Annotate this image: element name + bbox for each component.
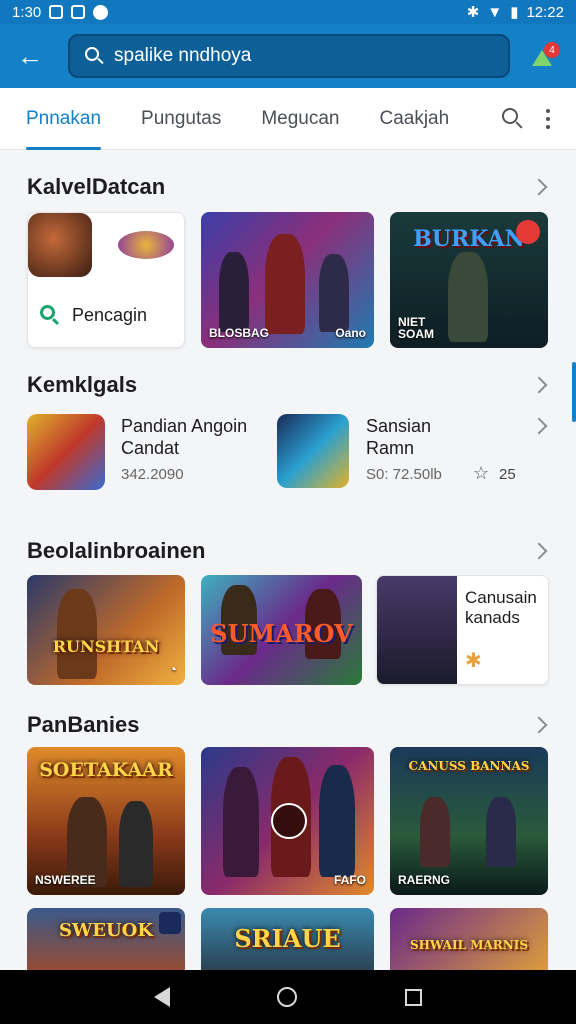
card-label: Pencagin [72,305,148,325]
badge-icon [159,912,181,934]
chevron-right-icon[interactable] [530,376,548,394]
app-icon [27,414,105,490]
game-card[interactable]: BURKAN NIET SOAM [390,212,548,348]
battery-icon: ▮ [510,4,519,21]
game-card[interactable]: Canusain kanads ✱ [376,575,549,685]
list-item[interactable]: Sansian Ramn S0: 72.50lb ☆ 25 [277,412,549,492]
app-bar: ← spalike nndhoya 4 [0,24,576,88]
card-text: kanads [465,608,520,627]
bluetooth-icon: ✱ [466,4,480,21]
featured-card[interactable]: Pencagin [27,212,185,348]
wifi-icon: ▼ [487,3,503,21]
game-card[interactable]: BLOSBAG Oano [201,212,374,348]
search-input[interactable]: spalike nndhoya [114,45,251,67]
game-card[interactable]: SRIAUE [201,908,374,970]
game-card[interactable]: SWEUOK [27,908,185,970]
app-name: Sansian [366,416,432,436]
system-nav-bar [0,970,576,1024]
art-title: SOETAKAAR [39,759,173,781]
section-title: Kemklgals [27,372,138,397]
notifications-button[interactable]: 4 [528,40,560,72]
game-logo [118,231,174,259]
search-icon[interactable] [502,107,524,130]
play-icon[interactable] [271,803,307,839]
section-title: Beolalinbroainen [27,538,206,563]
nav-back-icon[interactable] [153,987,170,1007]
tab-pnnakan[interactable]: Pnnakan [26,88,102,150]
chevron-right-icon[interactable] [530,417,548,435]
tab-caakjah[interactable]: Caakjah [379,88,449,150]
nav-home-icon[interactable] [277,987,298,1007]
status-bar: 1:30 ✱ ▼ ▮ 12:22 [0,0,576,24]
status-time: 1:30 [12,3,42,21]
app-icon [277,414,349,488]
app-name: Pandian Angoin [121,416,248,436]
search-box[interactable]: spalike nndhoya [68,34,510,78]
search-icon [40,305,60,326]
app-name: Candat [121,438,180,458]
tab-megucan[interactable]: Megucan [261,88,339,150]
game-card[interactable]: FAFO [201,747,374,895]
app-notification-icon [71,5,86,19]
search-icon [84,46,104,66]
card-caption: Oano [335,326,366,340]
chevron-right-icon[interactable] [530,542,548,560]
chevron-right-icon[interactable] [530,178,548,196]
app-meta: S0: 72.50lb [366,466,442,483]
chevron-right-icon[interactable] [530,716,548,734]
section-header: Beolalinbroainen [27,538,549,564]
section-header: Kemklgals [27,372,549,398]
art-title: SHWAIL MARNIS [409,938,529,952]
game-card[interactable]: CANUSS BANNAS RAERNG [390,747,548,895]
game-thumbnail [28,213,92,277]
main-content: KalvelDatcan Pencagin BLOSBAG Oano BURKA… [0,150,576,970]
gear-icon: ✱ [465,650,482,672]
sim-icon [49,5,64,19]
status-clock: 12:22 [526,3,564,21]
tab-bar: Pnnakan Pungutas Megucan Caakjah [0,88,576,150]
share-icon[interactable]: ◔ [169,661,177,677]
list-item[interactable]: Pandian Angoin Candat 342.2090 [27,412,267,492]
scrollbar[interactable] [572,362,576,422]
section-header: PanBanies [27,712,549,738]
card-caption: NSWEREE [35,873,96,887]
star-icon: ☆ [473,463,490,483]
game-card[interactable]: SOETAKAAR NSWEREE [27,747,185,895]
close-icon[interactable] [516,220,540,244]
card-caption: BLOSBAG [209,326,269,340]
game-card[interactable]: RUNSHTAN ◔ [27,575,185,685]
art-title: SUMAROV [210,619,353,648]
game-card[interactable]: SHWAIL MARNIS [390,908,548,970]
game-thumbnail [377,576,457,684]
section-header: KalvelDatcan [27,174,549,200]
section-title: PanBanies [27,712,140,737]
app-name: Ramn [366,438,415,458]
more-menu-icon[interactable] [546,108,550,129]
section-title: KalvelDatcan [27,174,166,199]
card-caption: NIET SOAM [398,315,434,341]
art-title: CANUSS BANNAS [408,759,530,773]
back-button[interactable]: ← [12,38,48,74]
card-text: Canusain [465,588,537,607]
sync-icon [93,4,109,20]
card-caption: FAFO [334,873,366,887]
nav-recent-icon[interactable] [405,988,423,1006]
art-title: SRIAUE [234,924,341,953]
app-meta: 342.2090 [121,466,184,483]
art-title: RUNSHTAN [52,637,160,656]
game-card[interactable]: SUMAROV [201,575,362,685]
tab-pungutas[interactable]: Pungutas [141,88,221,150]
card-caption: RAERNG [398,873,451,887]
app-rating: 25 [499,466,516,483]
notification-badge: 4 [544,42,560,58]
arrow-left-icon: ← [17,40,43,71]
